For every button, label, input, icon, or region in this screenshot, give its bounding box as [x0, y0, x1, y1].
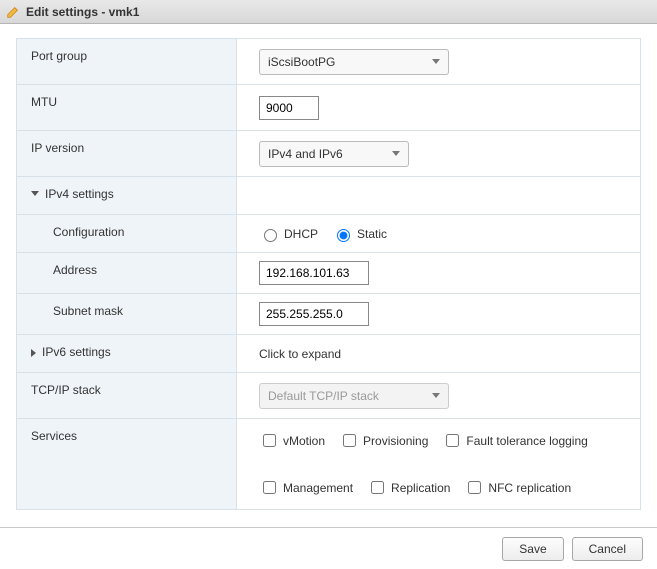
row-tcpip-stack: TCP/IP stack Default TCP/IP stack [17, 373, 640, 419]
pencil-icon [6, 5, 20, 19]
dialog-footer: Save Cancel [0, 527, 657, 569]
chevron-right-icon [31, 349, 36, 357]
label-mtu: MTU [17, 85, 237, 130]
radio-static[interactable]: Static [332, 226, 387, 242]
cancel-button[interactable]: Cancel [572, 537, 643, 561]
row-ipv4-subnet: Subnet mask [17, 294, 640, 335]
radio-dhcp[interactable]: DHCP [259, 226, 318, 242]
label-ip-version: IP version [17, 131, 237, 176]
row-ip-version: IP version IPv4 and IPv6 [17, 131, 640, 177]
chevron-down-icon [392, 151, 400, 156]
save-button[interactable]: Save [502, 537, 563, 561]
row-mtu: MTU [17, 85, 640, 131]
dialog-title: Edit settings - vmk1 [26, 5, 139, 19]
dialog-titlebar: Edit settings - vmk1 [0, 0, 657, 24]
dialog-content: Port group iScsiBootPG MTU IP version IP… [0, 24, 657, 510]
row-services: Services vMotion Provisioning Fault tole… [17, 419, 640, 510]
label-subnet-mask: Subnet mask [17, 294, 237, 334]
checkbox-fault-tolerance[interactable]: Fault tolerance logging [442, 431, 587, 450]
checkbox-management[interactable]: Management [259, 478, 353, 497]
subnet-mask-input[interactable] [259, 302, 369, 326]
row-ipv4-header[interactable]: IPv4 settings [17, 177, 640, 215]
tcpip-stack-value: Default TCP/IP stack [268, 389, 379, 403]
tcpip-stack-select: Default TCP/IP stack [259, 383, 449, 409]
checkbox-vmotion[interactable]: vMotion [259, 431, 325, 450]
ipv6-expand-hint: Click to expand [259, 347, 341, 361]
row-ipv6-header[interactable]: IPv6 settings Click to expand [17, 335, 640, 373]
address-input[interactable] [259, 261, 369, 285]
checkbox-replication[interactable]: Replication [367, 478, 450, 497]
radio-static-input[interactable] [337, 229, 350, 242]
label-tcpip-stack: TCP/IP stack [17, 373, 237, 418]
row-ipv4-address: Address [17, 253, 640, 294]
label-address: Address [17, 253, 237, 293]
port-group-value: iScsiBootPG [268, 55, 335, 69]
checkbox-provisioning[interactable]: Provisioning [339, 431, 428, 450]
chevron-down-icon [31, 191, 39, 196]
row-port-group: Port group iScsiBootPG [17, 39, 640, 85]
mtu-input[interactable] [259, 96, 319, 120]
settings-form: Port group iScsiBootPG MTU IP version IP… [16, 38, 641, 510]
radio-dhcp-input[interactable] [264, 229, 277, 242]
label-ipv4-settings: IPv4 settings [17, 177, 237, 214]
row-ipv4-config: Configuration DHCP Static [17, 215, 640, 253]
checkbox-nfc-replication[interactable]: NFC replication [464, 478, 571, 497]
port-group-select[interactable]: iScsiBootPG [259, 49, 449, 75]
chevron-down-icon [432, 59, 440, 64]
label-services: Services [17, 419, 237, 509]
label-ipv6-settings: IPv6 settings [17, 335, 237, 372]
label-port-group: Port group [17, 39, 237, 84]
label-configuration: Configuration [17, 215, 237, 252]
ip-version-select[interactable]: IPv4 and IPv6 [259, 141, 409, 167]
ip-version-value: IPv4 and IPv6 [268, 147, 343, 161]
chevron-down-icon [432, 393, 440, 398]
